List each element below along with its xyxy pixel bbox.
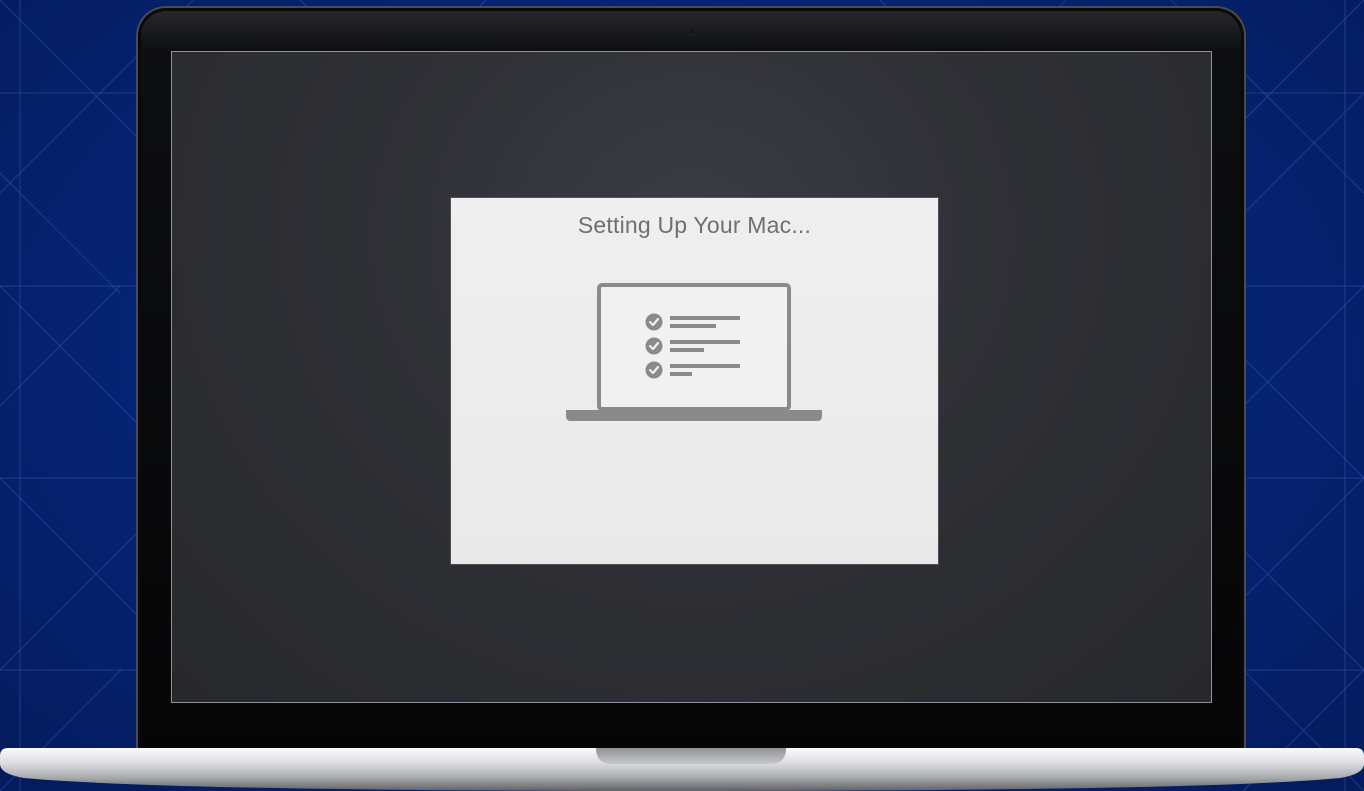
- laptop-checklist-icon: [566, 283, 822, 421]
- desktop-background: Setting Up Your Mac...: [0, 0, 1364, 791]
- check-icon: [645, 313, 663, 331]
- dialog-title: Setting Up Your Mac...: [577, 212, 812, 238]
- camera-icon: [688, 27, 697, 36]
- laptop-screen: Setting Up Your Mac...: [171, 51, 1212, 703]
- setup-dialog: Setting Up Your Mac...: [451, 198, 938, 564]
- laptop-base: [0, 748, 1364, 791]
- lid-opening-notch: [596, 748, 786, 764]
- check-icon: [645, 337, 663, 355]
- check-icon: [645, 361, 663, 379]
